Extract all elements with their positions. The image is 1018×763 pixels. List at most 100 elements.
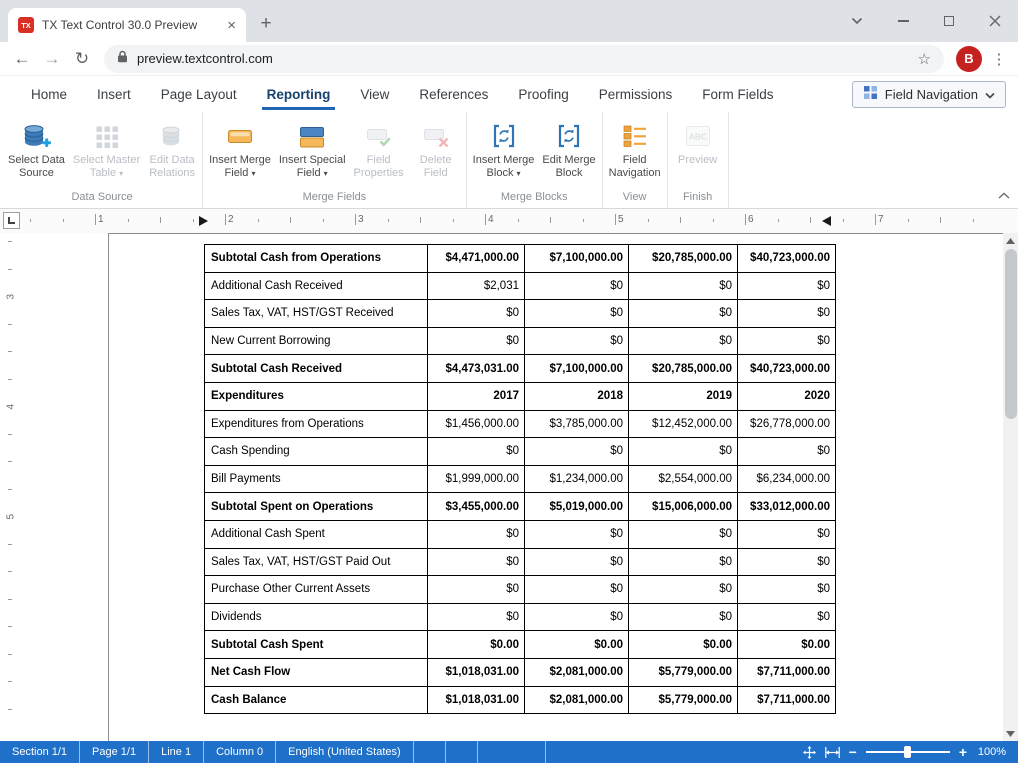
value-cell[interactable]: $0	[629, 272, 738, 300]
zoom-out-button[interactable]: −	[849, 745, 857, 759]
value-cell[interactable]: $5,019,000.00	[525, 493, 629, 521]
status-page-1-1[interactable]: Page 1/1	[80, 741, 149, 763]
value-cell[interactable]: 2020	[738, 382, 836, 410]
maximize-button[interactable]	[926, 0, 972, 42]
value-cell[interactable]: $4,471,000.00	[428, 245, 525, 273]
tab-close-icon[interactable]: ×	[225, 18, 238, 33]
value-cell[interactable]: $3,785,000.00	[525, 410, 629, 438]
value-cell[interactable]: $5,779,000.00	[629, 686, 738, 714]
value-cell[interactable]: $1,234,000.00	[525, 465, 629, 493]
value-cell[interactable]: $5,779,000.00	[629, 658, 738, 686]
indent-marker-left[interactable]	[199, 216, 208, 226]
value-cell[interactable]: $0	[428, 300, 525, 328]
ribbon-button-field-navigation[interactable]: FieldNavigation	[605, 117, 665, 180]
value-cell[interactable]: $0	[525, 272, 629, 300]
ribbon-button-edit-merge-block[interactable]: Edit MergeBlock	[538, 117, 599, 180]
fit-width-icon[interactable]	[825, 747, 840, 758]
value-cell[interactable]: $7,711,000.00	[738, 658, 836, 686]
value-cell[interactable]: $0	[525, 520, 629, 548]
ribbon-button-insert-special-field[interactable]: Insert SpecialField ▾	[275, 117, 350, 180]
value-cell[interactable]: $0	[629, 548, 738, 576]
ribbon-tab-view[interactable]: View	[345, 76, 404, 112]
status-english-united-states[interactable]: English (United States)	[276, 741, 414, 763]
indent-marker-right[interactable]	[822, 216, 831, 226]
ribbon-tab-permissions[interactable]: Permissions	[584, 76, 688, 112]
value-cell[interactable]: $7,711,000.00	[738, 686, 836, 714]
back-icon[interactable]: ←	[8, 49, 36, 69]
status-segment-empty[interactable]	[414, 741, 446, 763]
value-cell[interactable]: $1,999,000.00	[428, 465, 525, 493]
value-cell[interactable]: 2017	[428, 382, 525, 410]
value-cell[interactable]: $0	[525, 327, 629, 355]
value-cell[interactable]: $0	[629, 576, 738, 604]
row-label-cell[interactable]: Cash Balance	[205, 686, 428, 714]
row-label-cell[interactable]: Bill Payments	[205, 465, 428, 493]
value-cell[interactable]: $0	[738, 327, 836, 355]
bookmark-star-icon[interactable]: ☆	[918, 50, 931, 68]
status-line-1[interactable]: Line 1	[149, 741, 204, 763]
value-cell[interactable]: $0	[428, 603, 525, 631]
row-label-cell[interactable]: Expenditures	[205, 382, 428, 410]
value-cell[interactable]: $0.00	[629, 631, 738, 659]
row-label-cell[interactable]: Cash Spending	[205, 438, 428, 466]
status-segment-empty[interactable]	[478, 741, 546, 763]
collapse-ribbon-icon[interactable]	[998, 186, 1010, 204]
value-cell[interactable]: $0	[738, 548, 836, 576]
scroll-down-icon[interactable]	[1003, 726, 1018, 741]
zoom-slider-thumb[interactable]	[904, 746, 911, 758]
row-label-cell[interactable]: Sales Tax, VAT, HST/GST Received	[205, 300, 428, 328]
value-cell[interactable]: $0	[738, 438, 836, 466]
value-cell[interactable]: $0	[428, 548, 525, 576]
ribbon-tab-page-layout[interactable]: Page Layout	[146, 76, 252, 112]
value-cell[interactable]: $1,018,031.00	[428, 686, 525, 714]
ribbon-tab-references[interactable]: References	[404, 76, 503, 112]
ribbon-tab-insert[interactable]: Insert	[82, 76, 146, 112]
value-cell[interactable]: $0	[629, 327, 738, 355]
ribbon-button-select-data-source[interactable]: Select DataSource	[4, 117, 69, 180]
value-cell[interactable]: $6,234,000.00	[738, 465, 836, 493]
scroll-up-icon[interactable]	[1003, 233, 1018, 248]
tab-search-chevron-icon[interactable]	[834, 0, 880, 42]
field-navigation-dropdown[interactable]: Field Navigation	[852, 81, 1006, 108]
value-cell[interactable]: $0	[629, 603, 738, 631]
row-label-cell[interactable]: Net Cash Flow	[205, 658, 428, 686]
value-cell[interactable]: $0	[738, 272, 836, 300]
ribbon-button-insert-merge-field[interactable]: Insert MergeField ▾	[205, 117, 275, 180]
value-cell[interactable]: $0	[629, 520, 738, 548]
value-cell[interactable]: $33,012,000.00	[738, 493, 836, 521]
value-cell[interactable]: $7,100,000.00	[525, 355, 629, 383]
value-cell[interactable]: $2,081,000.00	[525, 686, 629, 714]
vertical-scrollbar[interactable]	[1003, 233, 1018, 741]
fit-page-icon[interactable]	[803, 746, 816, 759]
value-cell[interactable]: $7,100,000.00	[525, 245, 629, 273]
minimize-button[interactable]	[880, 0, 926, 42]
address-input[interactable]: preview.textcontrol.com ☆	[104, 45, 944, 73]
browser-menu-icon[interactable]: ⋮	[988, 50, 1010, 68]
value-cell[interactable]: $20,785,000.00	[629, 355, 738, 383]
value-cell[interactable]: $0.00	[738, 631, 836, 659]
value-cell[interactable]: $40,723,000.00	[738, 245, 836, 273]
value-cell[interactable]: $0	[738, 576, 836, 604]
zoom-slider[interactable]	[866, 751, 950, 753]
value-cell[interactable]: $4,473,031.00	[428, 355, 525, 383]
ribbon-tab-reporting[interactable]: Reporting	[252, 76, 346, 112]
value-cell[interactable]: $0	[428, 438, 525, 466]
value-cell[interactable]: $0	[738, 300, 836, 328]
row-label-cell[interactable]: Additional Cash Spent	[205, 520, 428, 548]
zoom-in-button[interactable]: +	[959, 745, 967, 759]
browser-tab[interactable]: TX TX Text Control 30.0 Preview ×	[8, 8, 246, 42]
row-label-cell[interactable]: Sales Tax, VAT, HST/GST Paid Out	[205, 548, 428, 576]
value-cell[interactable]: $1,456,000.00	[428, 410, 525, 438]
value-cell[interactable]: $0	[525, 603, 629, 631]
value-cell[interactable]: 2018	[525, 382, 629, 410]
forward-icon[interactable]: →	[38, 49, 66, 69]
value-cell[interactable]: $0	[525, 438, 629, 466]
value-cell[interactable]: $40,723,000.00	[738, 355, 836, 383]
value-cell[interactable]: $0.00	[525, 631, 629, 659]
row-label-cell[interactable]: Expenditures from Operations	[205, 410, 428, 438]
value-cell[interactable]: $1,018,031.00	[428, 658, 525, 686]
value-cell[interactable]: $0	[738, 603, 836, 631]
status-section-1-1[interactable]: Section 1/1	[0, 741, 80, 763]
value-cell[interactable]: $0	[629, 300, 738, 328]
row-label-cell[interactable]: Subtotal Cash Spent	[205, 631, 428, 659]
